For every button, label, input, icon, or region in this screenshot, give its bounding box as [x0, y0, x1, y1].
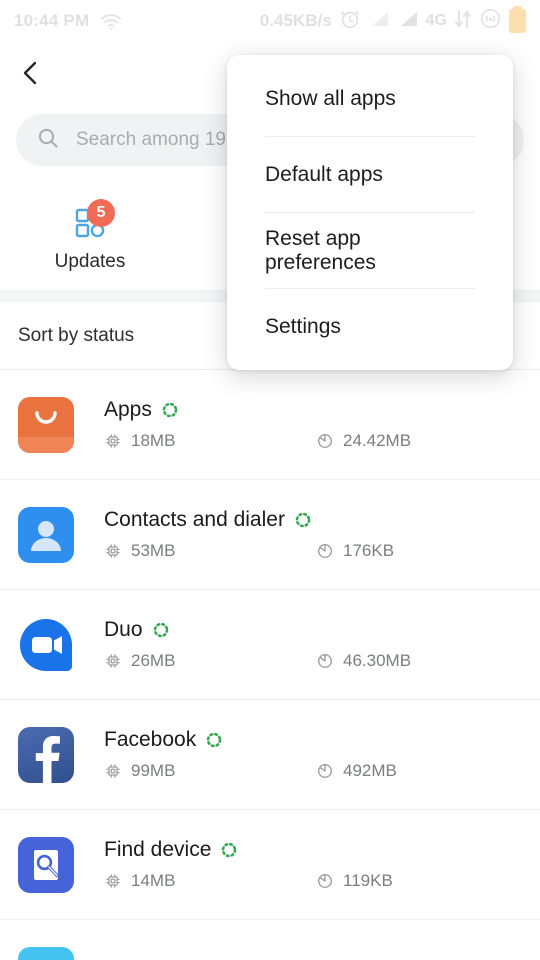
list-item-body: Contacts and dialer 53MB 176KB	[104, 508, 522, 561]
list-item-body: Find device 14MB 119KB	[104, 838, 522, 891]
app-name: Duo	[104, 618, 143, 641]
app-name: Facebook	[104, 728, 197, 751]
loading-spinner-icon	[153, 622, 168, 638]
app-storage-stat: 176KB	[316, 541, 394, 561]
app-size-stat: 53MB	[104, 541, 316, 561]
list-item[interactable]: Apps 18MB 24.42MB	[0, 370, 540, 480]
app-storage-value: 176KB	[343, 541, 395, 560]
loading-spinner-icon	[222, 842, 237, 858]
app-size-stat: 99MB	[104, 761, 316, 781]
menu-item-reset-app-preferences[interactable]: Reset app preferences	[227, 213, 513, 288]
pie-chart-icon	[318, 654, 332, 668]
app-size-value: 99MB	[131, 761, 176, 780]
contacts-person-icon	[18, 506, 74, 563]
app-name: Apps	[104, 398, 152, 421]
status-bar: 10:44 PM 0.45KB/s x 4G	[0, 0, 540, 42]
app-storage-stat: 492MB	[316, 761, 397, 781]
battery-icon	[509, 6, 526, 33]
sort-by-status-button[interactable]: Sort by status	[18, 325, 134, 347]
cpu-chip-icon	[106, 434, 120, 448]
facebook-icon	[18, 726, 74, 783]
list-item[interactable]: Duo 26MB 46.30MB	[0, 590, 540, 700]
svg-text:x: x	[382, 20, 386, 27]
app-size-value: 14MB	[131, 871, 176, 890]
list-item[interactable]: Find device 14MB 119KB	[0, 810, 540, 920]
tab-updates[interactable]: 5 Updates	[0, 186, 180, 290]
app-list[interactable]: Apps 18MB 24.42MB Contacts and dialer 53…	[0, 370, 540, 960]
list-item[interactable]: Contacts and dialer 53MB 176KB	[0, 480, 540, 590]
search-icon	[36, 126, 60, 155]
pie-chart-icon	[318, 544, 332, 558]
cpu-chip-icon	[106, 654, 120, 668]
app-size-stat: 14MB	[104, 871, 316, 891]
hotspot-icon	[479, 7, 502, 35]
search-placeholder-text: Search among 191	[76, 129, 237, 150]
app-name: Find device	[104, 838, 212, 861]
cpu-chip-icon	[106, 544, 120, 558]
data-transfer-arrows-icon	[454, 8, 472, 35]
status-icons: 0.45KB/s x 4G	[259, 6, 526, 35]
cpu-chip-icon	[106, 874, 120, 888]
pie-chart-icon	[318, 434, 332, 448]
phone-screen: 10:44 PM 0.45KB/s x 4G Search among 191 …	[0, 0, 540, 960]
pie-chart-icon	[318, 764, 332, 778]
app-name: Contacts and dialer	[104, 508, 285, 531]
network-speed: 0.45KB/s	[259, 11, 332, 30]
menu-item-default-apps[interactable]: Default apps	[227, 137, 513, 212]
app-storage-stat: 46.30MB	[316, 651, 411, 671]
app-storage-value: 119KB	[343, 871, 393, 890]
loading-spinner-icon	[206, 732, 222, 748]
overflow-menu: Show all apps Default apps Reset app pre…	[227, 55, 513, 370]
list-item-body: Duo 26MB 46.30MB	[104, 618, 522, 671]
menu-item-show-all-apps[interactable]: Show all apps	[227, 61, 513, 136]
alarm-clock-icon	[339, 8, 361, 35]
app-storage-value: 46.30MB	[343, 651, 412, 670]
app-size-value: 26MB	[131, 651, 176, 670]
cpu-chip-icon	[106, 764, 120, 778]
shopping-bag-icon	[18, 396, 74, 453]
wifi-icon	[99, 11, 123, 31]
signal-bars-empty-icon: x	[368, 9, 390, 34]
app-size-value: 53MB	[131, 541, 176, 560]
status-time: 10:44 PM	[14, 11, 90, 30]
updates-badge: 5	[87, 199, 115, 227]
list-item[interactable]: Facebook 99MB 492MB	[0, 700, 540, 810]
app-grid-icon: 5	[67, 199, 115, 243]
app-storage-value: 492MB	[343, 761, 397, 780]
find-device-icon	[18, 836, 74, 893]
gallery-icon	[18, 946, 74, 960]
signal-bars-full-icon	[397, 9, 419, 34]
menu-item-settings[interactable]: Settings	[227, 289, 513, 364]
loading-spinner-icon	[295, 512, 311, 528]
app-size-value: 18MB	[131, 431, 176, 450]
network-type-label: 4G	[425, 12, 447, 29]
app-size-stat: 18MB	[104, 431, 316, 451]
list-item[interactable]: Gallery	[0, 920, 540, 960]
loading-spinner-icon	[162, 402, 178, 418]
list-item-body: Apps 18MB 24.42MB	[104, 398, 522, 451]
app-storage-value: 24.42MB	[343, 431, 412, 450]
app-storage-stat: 24.42MB	[316, 431, 411, 451]
list-item-body: Facebook 99MB 492MB	[104, 728, 522, 781]
pie-chart-icon	[318, 874, 332, 888]
app-storage-stat: 119KB	[316, 871, 393, 891]
duo-video-icon	[18, 617, 74, 673]
tab-updates-label: Updates	[54, 251, 126, 272]
app-size-stat: 26MB	[104, 651, 316, 671]
